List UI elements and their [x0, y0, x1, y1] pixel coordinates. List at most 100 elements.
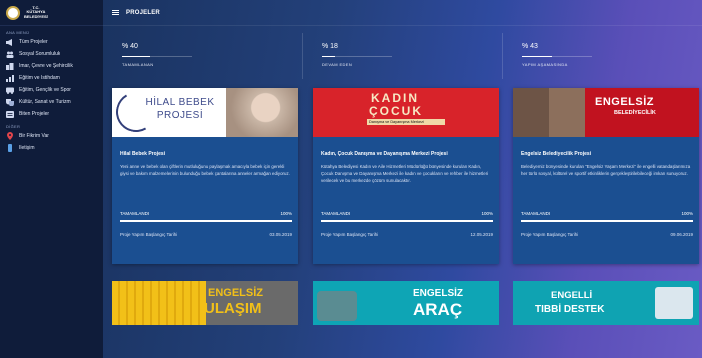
project-image-title-line1: ENGELSİZ: [595, 96, 655, 108]
progress-bar: [120, 220, 292, 222]
people-icon: [5, 50, 14, 58]
card-body: Hilal Bebek Projesi Yeni anne ve bebek o…: [112, 137, 298, 237]
main-menu-label: ANA MENÜ: [6, 30, 30, 35]
sidebar: T.C. KÜTAHYA BELEDİYESİ ANA MENÜ Tüm Pro…: [0, 0, 103, 358]
progress-label: TAMAMLANDI: [521, 211, 551, 216]
date-row: Proje Yapım Başlangıç Tarihi 03.05.2019: [120, 232, 292, 237]
project-card-kadin-cocuk[interactable]: KADIN ÇOCUK Danışma ve Dayanışma Merkezi…: [313, 88, 499, 264]
project-card-hilal-bebek[interactable]: HİLAL BEBEK PROJESİ Hilal Bebek Projesi …: [112, 88, 298, 264]
date-row: Proje Yapım Başlangıç Tarihi 12.05.2019: [321, 232, 493, 237]
progress-bar-fill: [521, 220, 693, 222]
megaphone-icon: [5, 38, 14, 46]
project-image-title-line1: KADIN: [371, 91, 419, 105]
list-icon: [5, 110, 14, 118]
card-description: Kütahya Belediyesi Kadın ve Aile Hizmetl…: [321, 164, 489, 183]
logo[interactable]: T.C. KÜTAHYA BELEDİYESİ: [0, 0, 103, 26]
project-image[interactable]: ENGELSİZ BELEDİYECİLİK: [513, 88, 699, 137]
sidebar-item-urban-planning[interactable]: İmar, Çevre ve Şehircilik: [0, 60, 103, 72]
project-image-title-line2: ARAÇ: [413, 300, 463, 319]
stat-bar-fill: [522, 56, 553, 57]
sidebar-item-education-employment[interactable]: Eğitim ve İstihdam: [0, 72, 103, 84]
main-content: PROJELER % 40 TAMAMLANAN % 18 DEVAM EDEN…: [103, 0, 702, 358]
date-label: Proje Yapım Başlangıç Tarihi: [120, 232, 178, 237]
stat-ongoing: % 18 DEVAM EDEN: [303, 33, 503, 79]
project-image-title-line2: ULAŞIM: [204, 300, 262, 317]
project-card-engelsiz-belediyecilik[interactable]: ENGELSİZ BELEDİYECİLİK Engelsiz Belediye…: [513, 88, 699, 264]
theater-icon: [5, 98, 14, 106]
logo-text: T.C. KÜTAHYA BELEDİYESİ: [24, 4, 48, 19]
date-value: 03.05.2019: [269, 232, 292, 237]
project-image-title: HİLAL BEBEK PROJESİ: [145, 97, 215, 121]
baby-photo: [226, 88, 298, 137]
sidebar-item-label: İletişim: [19, 145, 35, 151]
progress-bar-fill: [120, 220, 292, 222]
sidebar-item-i-have-an-idea[interactable]: Bir Fikrim Var: [0, 130, 103, 142]
project-image-subtitle: Danışma ve Dayanışma Merkezi: [367, 119, 445, 125]
project-image[interactable]: KADIN ÇOCUK Danışma ve Dayanışma Merkezi: [313, 88, 499, 137]
chart-icon: [5, 74, 14, 82]
menu-toggle-icon[interactable]: [112, 9, 119, 16]
topbar: PROJELER: [103, 0, 702, 26]
bus-icon: [5, 86, 14, 94]
stat-label: TAMAMLANAN: [122, 62, 154, 67]
location-icon: [5, 132, 14, 140]
sidebar-item-label: İmar, Çevre ve Şehircilik: [19, 63, 73, 69]
sidebar-item-contact[interactable]: İletişim: [0, 142, 103, 154]
sidebar-item-label: Sosyal Sorumluluk: [19, 51, 61, 57]
card-description: Belediyemiz bünyesinde kurulan "Engelsiz…: [521, 164, 691, 176]
progress-value: 100%: [481, 211, 493, 216]
date-value: 12.05.2019: [470, 232, 493, 237]
progress-bar-fill: [321, 220, 493, 222]
progress-label: TAMAMLANDI: [120, 211, 150, 216]
project-card-engelli-tibbi-destek[interactable]: ENGELLİ TIBBİ DESTEK: [513, 281, 699, 325]
project-image-title-line2: TIBBİ DESTEK: [535, 304, 605, 315]
progress-row: TAMAMLANDI 100%: [120, 211, 292, 216]
date-value: 09.06.2019: [670, 232, 693, 237]
page-title: PROJELER: [126, 9, 160, 16]
project-image[interactable]: HİLAL BEBEK PROJESİ: [112, 88, 298, 137]
stat-completed: % 40 TAMAMLANAN: [103, 33, 303, 79]
date-row: Proje Yapım Başlangıç Tarihi 09.06.2019: [521, 232, 693, 237]
sidebar-item-label: Biten Projeler: [19, 111, 50, 117]
sidebar-item-culture-tourism[interactable]: Kültür, Sanat ve Turizm: [0, 96, 103, 108]
accessible-van-icon: [317, 291, 357, 321]
card-description: Yeni anne ve bebek olan çiftlerin mutlul…: [120, 164, 290, 176]
project-image-title-line1: ENGELSİZ: [208, 287, 264, 299]
card-body: Kadın, Çocuk Danışma ve Dayanışma Merkez…: [313, 137, 499, 237]
tactile-paving-image: [112, 281, 206, 325]
stat-value: % 43: [522, 43, 538, 50]
stat-value: % 18: [322, 43, 338, 50]
date-label: Proje Yapım Başlangıç Tarihi: [521, 232, 579, 237]
card-title[interactable]: Hilal Bebek Projesi: [120, 151, 292, 157]
card-body: Engelsiz Belediyecilik Projesi Belediyem…: [513, 137, 699, 237]
project-image-title-line1: ENGELSİZ: [413, 288, 464, 299]
sidebar-item-label: Eğitim, Gençlik ve Spor: [19, 87, 71, 93]
sidebar-item-completed-projects[interactable]: Biten Projeler: [0, 108, 103, 120]
sidebar-item-youth-sports[interactable]: Eğitim, Gençlik ve Spor: [0, 84, 103, 96]
sidebar-item-all-projects[interactable]: Tüm Projeler: [0, 36, 103, 48]
sidebar-item-label: Bir Fikrim Var: [19, 133, 49, 139]
building-icon: [5, 62, 14, 70]
stat-bar: [122, 56, 192, 57]
progress-label: TAMAMLANDI: [321, 211, 351, 216]
sidebar-item-label: Tüm Projeler: [19, 39, 48, 45]
card-title[interactable]: Engelsiz Belediyecilik Projesi: [521, 151, 693, 157]
progress-bar: [321, 220, 493, 222]
sidebar-item-label: Kültür, Sanat ve Turizm: [19, 99, 71, 105]
project-card-engelsiz-ulasim[interactable]: ENGELSİZ ULAŞIM: [112, 281, 298, 325]
sidebar-item-social-responsibility[interactable]: Sosyal Sorumluluk: [0, 48, 103, 60]
project-image-title-line2: ÇOCUK: [369, 104, 423, 118]
municipality-emblem-icon: [6, 5, 20, 20]
progress-row: TAMAMLANDI 100%: [521, 211, 693, 216]
phone-icon: [5, 144, 14, 152]
stat-bar-fill: [322, 56, 335, 57]
progress-value: 100%: [681, 211, 693, 216]
progress-value: 100%: [280, 211, 292, 216]
stats-row: % 40 TAMAMLANAN % 18 DEVAM EDEN % 43 YAP…: [103, 33, 702, 79]
project-card-engelsiz-arac[interactable]: ENGELSİZ ARAÇ: [313, 281, 499, 325]
stat-bar: [522, 56, 592, 57]
card-title[interactable]: Kadın, Çocuk Danışma ve Dayanışma Merkez…: [321, 151, 493, 157]
stat-value: % 40: [122, 43, 138, 50]
date-label: Proje Yapım Başlangıç Tarihi: [321, 232, 379, 237]
project-image-title-line1: ENGELLİ: [551, 290, 593, 301]
